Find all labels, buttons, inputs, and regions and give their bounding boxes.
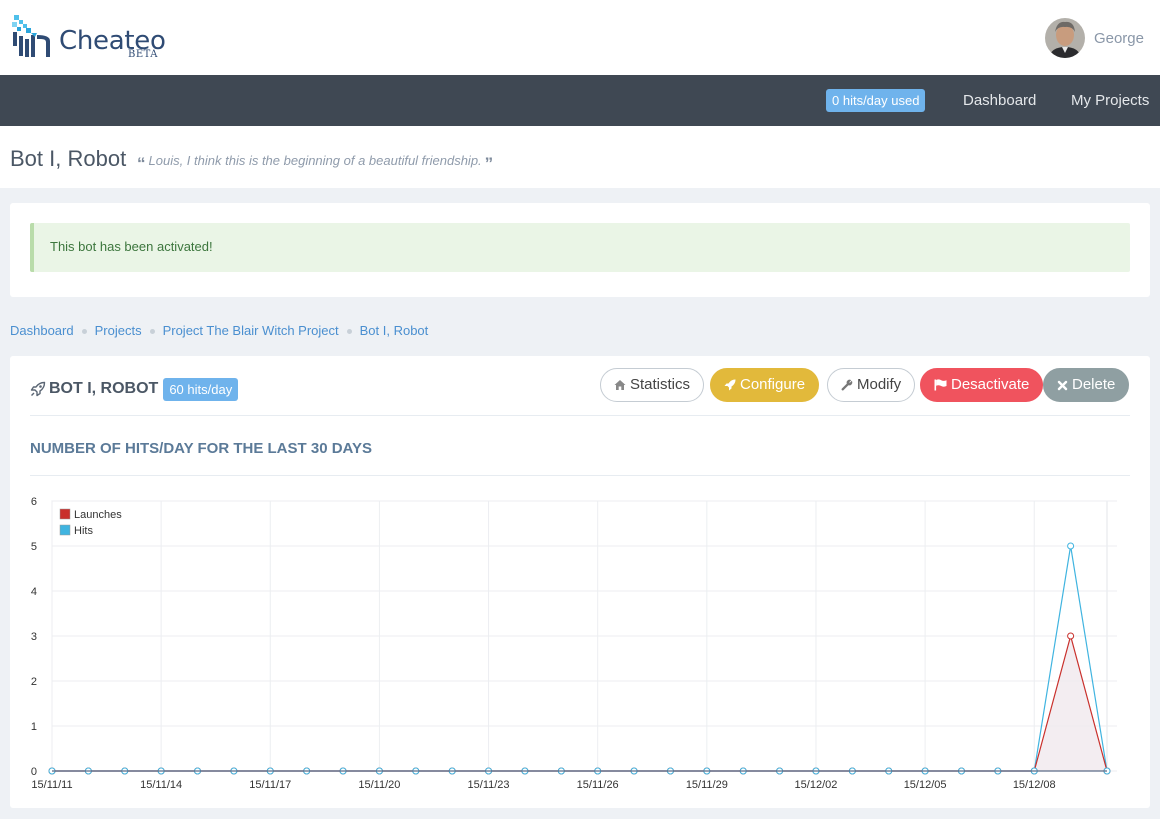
alert-message: This bot has been activated! bbox=[50, 239, 213, 254]
x-tick-label: 15/11/20 bbox=[358, 779, 400, 791]
breadcrumb-separator bbox=[149, 329, 155, 334]
x-tick-label: 15/11/14 bbox=[140, 779, 182, 791]
y-tick-label: 6 bbox=[31, 496, 37, 508]
legend-swatch-launches bbox=[59, 508, 71, 520]
breadcrumb-bot[interactable]: Bot I, Robot bbox=[360, 323, 429, 338]
nav-my-projects-link[interactable]: My Projects bbox=[1071, 92, 1149, 109]
page-title: Bot I, Robot bbox=[10, 146, 127, 171]
data-point-launches bbox=[1067, 632, 1075, 640]
breadcrumb-projects[interactable]: Projects bbox=[95, 323, 142, 338]
y-tick-label: 5 bbox=[31, 541, 37, 553]
x-tick-label: 15/12/02 bbox=[795, 779, 838, 791]
breadcrumb: Dashboard Projects Project The Blair Wit… bbox=[10, 323, 428, 338]
username[interactable]: George bbox=[1094, 30, 1144, 47]
logo-mark-icon bbox=[12, 15, 50, 57]
breadcrumb-dashboard[interactable]: Dashboard bbox=[10, 323, 74, 338]
x-tick-label: 15/12/05 bbox=[904, 779, 947, 791]
top-header: Cheateo BETA George bbox=[0, 0, 1160, 75]
breadcrumb-separator bbox=[81, 329, 87, 334]
data-point-hits bbox=[1067, 542, 1075, 550]
avatar[interactable] bbox=[1044, 18, 1085, 58]
x-tick-label: 15/11/26 bbox=[577, 779, 619, 791]
beta-label: BETA bbox=[128, 49, 158, 60]
nav-dashboard-link[interactable]: Dashboard bbox=[963, 92, 1036, 109]
quote-text: Louis, I think this is the beginning of … bbox=[148, 153, 482, 168]
hits-used-badge: 0 hits/day used bbox=[826, 89, 926, 112]
y-tick-label: 3 bbox=[31, 631, 37, 643]
x-tick-label: 15/12/08 bbox=[1013, 779, 1056, 791]
quote-open-icon: “ bbox=[137, 153, 146, 173]
breadcrumb-separator bbox=[346, 329, 352, 334]
hits-chart: 0 1 2 3 4 5 6 15/11/11 15/11/14 15/11/17 15/11/20 1… bbox=[31, 496, 1117, 791]
x-tick-label: 15/11/29 bbox=[686, 779, 728, 791]
page-title-bar: Bot I, Robot “ Louis, I think this is th… bbox=[0, 126, 1160, 188]
y-tick-label: 0 bbox=[31, 766, 37, 778]
page-quote: “ Louis, I think this is the beginning o… bbox=[134, 153, 496, 173]
quote-close-icon: ” bbox=[484, 153, 494, 173]
alert-card: This bot has been activated! bbox=[10, 203, 1150, 297]
success-alert: This bot has been activated! bbox=[30, 223, 1130, 272]
legend-label-hits: Hits bbox=[74, 525, 93, 537]
app-logo[interactable]: Cheateo BETA bbox=[10, 14, 170, 64]
legend-swatch-hits bbox=[59, 524, 71, 536]
x-tick-label: 15/11/11 bbox=[31, 779, 72, 791]
x-tick-label: 15/11/17 bbox=[249, 779, 291, 791]
user-menu[interactable]: George bbox=[1044, 17, 1144, 59]
legend-label-launches: Launches bbox=[74, 509, 122, 521]
x-tick-label: 15/11/23 bbox=[468, 779, 510, 791]
main-navbar: 0 hits/day used Dashboard My Projects bbox=[0, 75, 1160, 126]
bot-card: BOT I, ROBOT 60 hits/day Statistics Conf… bbox=[10, 356, 1150, 808]
y-tick-label: 1 bbox=[31, 721, 37, 733]
y-tick-label: 4 bbox=[31, 586, 37, 598]
y-tick-label: 2 bbox=[31, 676, 37, 688]
breadcrumb-project[interactable]: Project The Blair Witch Project bbox=[163, 323, 339, 338]
